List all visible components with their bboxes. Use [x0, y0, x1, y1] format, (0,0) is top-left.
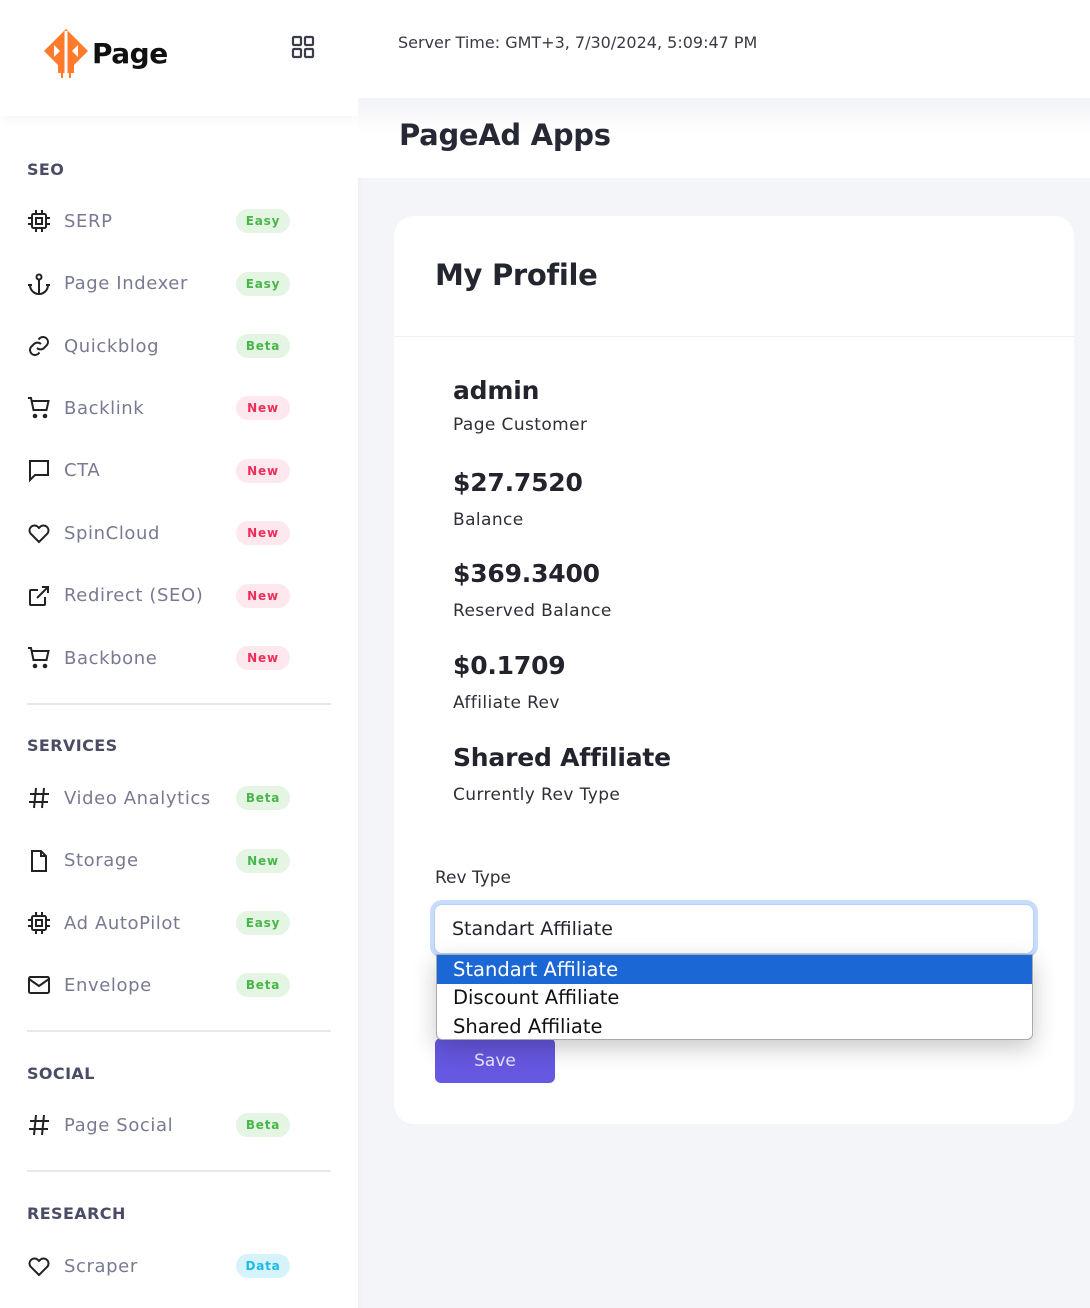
sidebar-item-label: Backbone	[64, 647, 158, 669]
status-badge: Beta	[236, 334, 290, 359]
message-icon	[26, 458, 52, 484]
stat-label: Reserved Balance	[453, 601, 612, 621]
hash-icon	[26, 785, 52, 811]
cart-icon	[26, 395, 52, 421]
stat-label: Balance	[453, 510, 524, 530]
sidebar-item-label: Backlink	[64, 397, 145, 419]
status-badge: New	[236, 583, 290, 608]
status-badge: Easy	[236, 271, 290, 296]
sidebar-item-label: Page Social	[64, 1114, 174, 1136]
sidebar-item-label: SERP	[64, 210, 113, 232]
hash-icon	[26, 1112, 52, 1138]
sidebar-item-video-analytics[interactable]: Video Analytics Beta	[27, 767, 327, 830]
sidebar-item-label: Quickblog	[64, 335, 160, 357]
stat-affiliate-rev: $0.1709 Affiliate Rev	[453, 651, 566, 713]
page-title-bar: PageAd Apps	[358, 98, 1090, 178]
mail-icon	[26, 972, 52, 998]
cpu-icon	[26, 208, 52, 234]
cart-icon	[26, 645, 52, 671]
grid-icon	[291, 35, 315, 59]
sidebar-item-spincloud[interactable]: SpinCloud New	[27, 502, 327, 565]
logo[interactable]: Page	[42, 27, 168, 79]
sidebar-item-label: Page Indexer	[64, 273, 188, 295]
status-badge: New	[236, 848, 290, 873]
rev-type-label: Rev Type	[435, 868, 512, 888]
anchor-icon	[26, 271, 52, 297]
external-link-icon	[26, 583, 52, 609]
sidebar-item-label: Envelope	[64, 974, 152, 996]
username: admin	[453, 376, 540, 405]
status-badge: Beta	[236, 786, 290, 811]
sidebar-divider	[27, 1170, 331, 1172]
cpu-icon	[26, 910, 52, 936]
rev-type-option[interactable]: Shared Affiliate	[437, 1012, 1032, 1039]
user-role: Page Customer	[453, 415, 588, 435]
stat-balance: $27.7520 Balance	[453, 468, 583, 530]
sidebar-item-backbone[interactable]: Backbone New	[27, 627, 327, 690]
sidebar-item-storage[interactable]: Storage New	[27, 829, 327, 892]
status-badge: Beta	[236, 1113, 290, 1138]
sidebar-item-label: Storage	[64, 850, 139, 872]
section-title-seo: SEO	[27, 160, 65, 179]
rev-type-option[interactable]: Standart Affiliate	[437, 955, 1032, 984]
apps-grid-button[interactable]	[291, 35, 315, 59]
status-badge: Easy	[236, 911, 290, 936]
sidebar: Page SEO SERP Easy Page Indexer Easy Quickblo…	[0, 0, 358, 1308]
sidebar-item-label: Redirect (SEO)	[64, 585, 204, 607]
stat-value: $369.3400	[453, 559, 600, 588]
sidebar-divider	[27, 1030, 331, 1032]
status-badge: New	[236, 458, 290, 483]
stat-current-rev-type: Shared Affiliate Currently Rev Type	[453, 743, 671, 805]
sidebar-item-label: Scraper	[64, 1255, 138, 1277]
stat-value: $27.7520	[453, 468, 583, 497]
sidebar-item-serp[interactable]: SERP Easy	[27, 190, 327, 253]
stat-reserved-balance: $369.3400 Reserved Balance	[453, 559, 612, 621]
sidebar-item-label: SpinCloud	[64, 522, 161, 544]
card-header: My Profile	[394, 216, 1074, 337]
page-title: PageAd Apps	[399, 118, 611, 152]
card-title: My Profile	[435, 258, 598, 292]
section-title-social: SOCIAL	[27, 1064, 95, 1083]
brand-name: Page	[92, 36, 168, 70]
rev-type-select[interactable]: Standart Affiliate	[434, 904, 1034, 954]
sidebar-item-cta[interactable]: CTA New	[27, 440, 327, 503]
server-time: Server Time: GMT+3, 7/30/2024, 5:09:47 P…	[398, 33, 758, 52]
sidebar-item-quickblog[interactable]: Quickblog Beta	[27, 315, 327, 378]
sidebar-item-label: Ad AutoPilot	[64, 912, 181, 934]
username-block: admin Page Customer	[453, 376, 587, 435]
status-badge: New	[236, 521, 290, 546]
status-badge: New	[236, 396, 290, 421]
rev-type-option[interactable]: Discount Affiliate	[437, 984, 1032, 1013]
stat-label: Affiliate Rev	[453, 693, 560, 713]
sidebar-item-backlink[interactable]: Backlink New	[27, 377, 327, 440]
status-badge: New	[236, 646, 290, 671]
status-badge: Beta	[236, 973, 290, 998]
stat-label: Currently Rev Type	[453, 785, 621, 805]
section-title-services: SERVICES	[27, 736, 118, 755]
status-badge: Easy	[236, 209, 290, 234]
sidebar-item-redirect-seo[interactable]: Redirect (SEO) New	[27, 564, 327, 627]
sidebar-item-page-indexer[interactable]: Page Indexer Easy	[27, 252, 327, 315]
sidebar-item-label: Video Analytics	[64, 787, 211, 809]
rev-type-selected-value: Standart Affiliate	[452, 918, 613, 940]
save-button[interactable]: Save	[435, 1038, 555, 1083]
status-badge: Data	[236, 1254, 290, 1279]
file-icon	[26, 848, 52, 874]
sidebar-divider	[27, 703, 331, 705]
sidebar-item-scraper[interactable]: Scraper Data	[27, 1235, 327, 1298]
sidebar-item-page-social[interactable]: Page Social Beta	[27, 1094, 327, 1157]
rev-type-options-list: Standart Affiliate Discount Affiliate Sh…	[436, 954, 1033, 1040]
stat-value: $0.1709	[453, 651, 566, 680]
heart-icon	[26, 1253, 52, 1279]
brand-header: Page	[0, 0, 358, 116]
top-bar: Server Time: GMT+3, 7/30/2024, 5:09:47 P…	[358, 0, 1090, 98]
link-icon	[26, 333, 52, 359]
page-logo-icon	[44, 29, 88, 78]
heart-icon	[26, 520, 52, 546]
section-title-research: RESEARCH	[27, 1204, 126, 1223]
sidebar-item-envelope[interactable]: Envelope Beta	[27, 954, 327, 1017]
stat-value: Shared Affiliate	[453, 743, 671, 772]
sidebar-item-label: CTA	[64, 460, 101, 482]
sidebar-item-ad-autopilot[interactable]: Ad AutoPilot Easy	[27, 892, 327, 955]
